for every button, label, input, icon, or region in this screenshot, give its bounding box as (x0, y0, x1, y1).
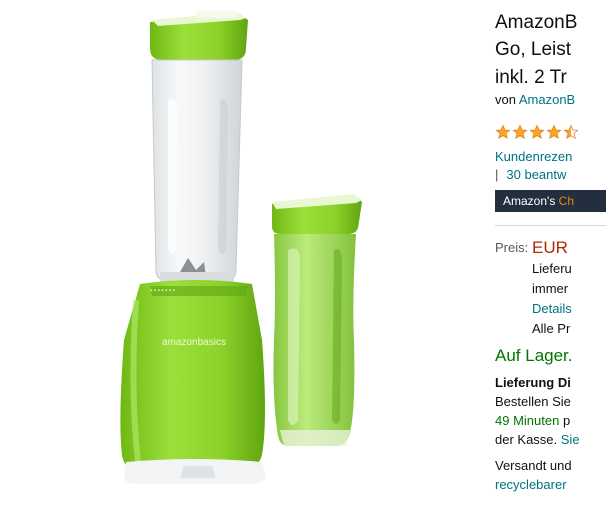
badge-highlight: Ch (558, 194, 574, 208)
countdown-suffix: p (559, 413, 571, 428)
countdown-line: 49 Minuten p (495, 411, 570, 430)
badge-prefix: Amazon's (503, 194, 559, 208)
half-star-icon (563, 124, 579, 140)
details-link[interactable]: Details (532, 299, 572, 319)
delivery-info-line: Lieferu (532, 261, 572, 276)
byline-prefix: von (495, 92, 519, 107)
answered-questions-link[interactable]: 30 beantw (506, 167, 566, 182)
delivery-info-line: immer (532, 281, 569, 296)
recyclable-link[interactable]: recyclebarer (495, 475, 567, 494)
delivery-title: Lieferung Di (495, 375, 571, 390)
brand-link[interactable]: AmazonB (519, 92, 575, 107)
checkout-text: der Kasse. (495, 432, 561, 447)
price-label: Preis: (495, 240, 529, 255)
product-image[interactable]: ▪ ▪ ▪ ▪ ▪ ▪ ▪ amazonbasics (0, 0, 470, 510)
star-icon (512, 124, 528, 140)
star-icon (495, 124, 511, 140)
amazons-choice-badge[interactable]: Amazon's Ch (495, 190, 606, 212)
stock-status: Auf Lager. (495, 346, 573, 365)
all-prices-line: Alle Pr (532, 321, 571, 336)
checkout-link[interactable]: Sie (561, 432, 580, 447)
blender-base: ▪ ▪ ▪ ▪ ▪ ▪ ▪ (120, 280, 266, 484)
product-title-line-3: inkl. 2 Tr (495, 67, 567, 88)
star-icon (546, 124, 562, 140)
product-info-panel: AmazonB Go, Leist inkl. 2 Tr von AmazonB… (495, 0, 606, 510)
answered-questions-row: | 30 beantw (495, 167, 566, 182)
product-title-line-1: AmazonB (495, 12, 578, 33)
shipped-by-text: Versandt und (495, 458, 572, 473)
rating-stars[interactable] (495, 124, 580, 144)
separator: | (495, 167, 499, 182)
blender-jar (151, 59, 243, 282)
price-value: EUR (532, 238, 568, 257)
svg-text:▪ ▪ ▪ ▪ ▪ ▪ ▪: ▪ ▪ ▪ ▪ ▪ ▪ ▪ (150, 288, 175, 294)
divider (495, 225, 606, 226)
travel-bottle (272, 194, 362, 446)
star-icon (529, 124, 545, 140)
order-text: Bestellen Sie (495, 394, 571, 409)
byline: von AmazonB (495, 92, 575, 107)
checkout-line: der Kasse. Sie (495, 430, 580, 449)
customer-reviews-link[interactable]: Kundenrezen (495, 149, 572, 164)
countdown-minutes: 49 Minuten (495, 413, 560, 428)
blender-lid (150, 11, 248, 60)
brand-logo-on-base: amazonbasics (162, 337, 226, 348)
product-title-line-2: Go, Leist (495, 39, 572, 60)
